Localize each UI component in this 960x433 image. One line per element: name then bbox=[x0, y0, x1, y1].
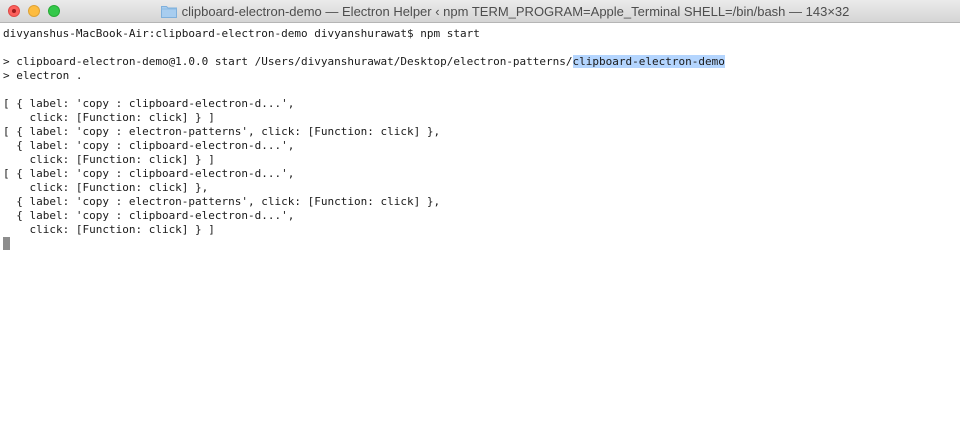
title-bar[interactable]: clipboard-electron-demo — Electron Helpe… bbox=[0, 0, 960, 23]
window-title: clipboard-electron-demo — Electron Helpe… bbox=[181, 4, 850, 19]
output-line: click: [Function: click] } ] bbox=[3, 223, 215, 236]
selected-text[interactable]: clipboard-electron-demo bbox=[572, 55, 725, 68]
output-line: click: [Function: click] } ] bbox=[3, 111, 215, 124]
npm-start-line: > clipboard-electron-demo@1.0.0 start /U… bbox=[3, 55, 960, 69]
electron-line: > electron . bbox=[3, 69, 83, 82]
output-line: { label: 'copy : electron-patterns', cli… bbox=[3, 195, 441, 208]
terminal-window: clipboard-electron-demo — Electron Helpe… bbox=[0, 0, 960, 433]
output-line: [ { label: 'copy : clipboard-electron-d.… bbox=[3, 167, 295, 180]
output-line: { label: 'copy : clipboard-electron-d...… bbox=[3, 139, 295, 152]
cursor-line bbox=[3, 237, 960, 251]
folder-icon bbox=[160, 6, 177, 18]
output-line: [ { label: 'copy : clipboard-electron-d.… bbox=[3, 97, 295, 110]
output-line: { label: 'copy : clipboard-electron-d...… bbox=[3, 209, 295, 222]
terminal-output[interactable]: divyanshus-MacBook-Air:clipboard-electro… bbox=[0, 23, 960, 433]
terminal-cursor bbox=[3, 237, 10, 250]
window-title-area: clipboard-electron-demo — Electron Helpe… bbox=[0, 0, 960, 23]
output-line: [ { label: 'copy : electron-patterns', c… bbox=[3, 125, 441, 138]
output-line: click: [Function: click] }, bbox=[3, 181, 209, 194]
prompt-line: divyanshus-MacBook-Air:clipboard-electro… bbox=[3, 27, 480, 40]
output-line: click: [Function: click] } ] bbox=[3, 153, 215, 166]
npm-start-prefix: > clipboard-electron-demo@1.0.0 start /U… bbox=[3, 55, 573, 68]
